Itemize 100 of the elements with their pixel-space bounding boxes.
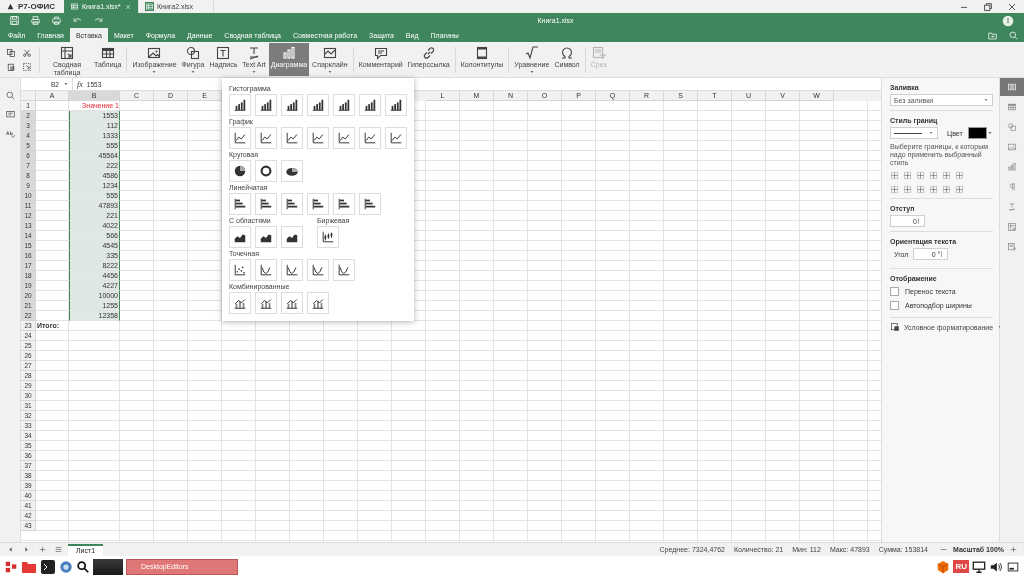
terminal-icon[interactable]: [40, 558, 56, 575]
plus-icon[interactable]: [38, 545, 47, 554]
printer-icon[interactable]: [51, 15, 62, 26]
pivot-table-icon: [59, 45, 75, 61]
side-tab[interactable]: [1000, 78, 1024, 96]
chart-type-button[interactable]: [255, 226, 277, 248]
border-style-icon[interactable]: [929, 185, 938, 194]
menu-icon[interactable]: [54, 545, 63, 554]
app-grid-icon[interactable]: [4, 559, 18, 574]
column-chart-icon: [259, 98, 273, 112]
function-label[interactable]: fx: [73, 79, 87, 89]
spreadsheet-icon: [145, 2, 154, 11]
slicer-icon: [1007, 242, 1017, 252]
border-style-icon[interactable]: [942, 185, 951, 194]
comment-icon[interactable]: [4, 109, 16, 120]
chart-type-button[interactable]: [359, 94, 381, 116]
chart-type-button[interactable]: [317, 226, 339, 248]
window-icon[interactable]: [1006, 559, 1020, 574]
combo-chart-icon: [259, 296, 273, 310]
plus-icon[interactable]: [1009, 545, 1018, 554]
chart-type-button[interactable]: [359, 193, 381, 215]
border-style-icon[interactable]: [916, 185, 925, 194]
chart-type-button[interactable]: [281, 94, 303, 116]
chart-type-button[interactable]: [229, 160, 251, 182]
chart-type-button[interactable]: [255, 292, 277, 314]
chart-type-button[interactable]: [281, 193, 303, 215]
caret-icon: [326, 69, 333, 75]
bar-chart-icon: [311, 197, 325, 211]
chart-type-button[interactable]: [307, 292, 329, 314]
chart-type-button[interactable]: [385, 94, 407, 116]
avatar-icon[interactable]: [1002, 14, 1014, 27]
paste-icon[interactable]: [6, 61, 16, 72]
shape-icon: [1007, 122, 1017, 132]
border-style-icon[interactable]: [942, 171, 951, 180]
line-chart-icon: [311, 131, 325, 145]
column-chart-icon: [311, 98, 325, 112]
arrow-right-icon[interactable]: [22, 545, 31, 554]
combo-chart-icon: [285, 296, 299, 310]
column-chart-icon: [337, 98, 351, 112]
copy-icon[interactable]: [6, 47, 16, 58]
folder-icon[interactable]: [987, 29, 998, 41]
chart-type-button[interactable]: [255, 94, 277, 116]
monitor-icon[interactable]: [972, 559, 986, 574]
chart-type-button[interactable]: [307, 94, 329, 116]
border-style-icon[interactable]: [890, 185, 899, 194]
pivot-table-icon: [1007, 222, 1017, 232]
arrow-left-icon[interactable]: [6, 545, 15, 554]
scissors-icon[interactable]: [22, 47, 32, 58]
line-chart-icon: [389, 131, 403, 145]
chart-type-button[interactable]: [229, 226, 251, 248]
chart-type-button[interactable]: [255, 160, 277, 182]
combo-chart-icon: [311, 296, 325, 310]
image-icon: [1007, 142, 1017, 152]
bar-chart-icon: [285, 197, 299, 211]
cell-settings-icon: [1007, 82, 1017, 92]
cube-icon[interactable]: [936, 559, 951, 574]
chart-type-button[interactable]: [229, 94, 251, 116]
save-icon[interactable]: [9, 15, 20, 26]
border-style-icon[interactable]: [955, 171, 964, 180]
table-icon: [99, 45, 116, 61]
line-style-select[interactable]: [890, 127, 938, 139]
print-icon[interactable]: [30, 15, 41, 26]
chart-type-button[interactable]: [307, 193, 329, 215]
scatter-chart-icon: [233, 263, 247, 277]
border-style-icon[interactable]: [929, 171, 938, 180]
select-all-icon[interactable]: [22, 61, 32, 72]
window-thumbnail[interactable]: [93, 558, 123, 575]
chart-type-button[interactable]: [281, 292, 303, 314]
square-root-icon: [523, 45, 540, 61]
caret-icon: [928, 130, 934, 136]
bar-chart-icon: [363, 197, 377, 211]
line-chart-icon: [259, 131, 273, 145]
border-style-icon[interactable]: [903, 185, 912, 194]
logo-icon: [6, 2, 15, 11]
spreadsheet-icon: [70, 2, 79, 11]
border-style-icon[interactable]: [916, 171, 925, 180]
border-style-icon[interactable]: [903, 171, 912, 180]
chart-type-button[interactable]: [333, 193, 355, 215]
chart-type-button[interactable]: [281, 160, 303, 182]
text-box-icon: [215, 45, 232, 61]
caret-icon: [189, 69, 196, 75]
border-style-icon[interactable]: [955, 185, 964, 194]
chart-type-button[interactable]: [229, 292, 251, 314]
globe-icon[interactable]: [59, 559, 73, 574]
chart-type-button[interactable]: [229, 193, 251, 215]
combo-chart-icon: [233, 296, 247, 310]
scatter-chart-icon: [337, 263, 351, 277]
line-chart-icon: [233, 131, 247, 145]
conditional-format-icon: [890, 322, 900, 332]
caret-icon: [983, 97, 989, 103]
chart-type-button[interactable]: [281, 226, 303, 248]
border-style-icon[interactable]: [890, 171, 899, 180]
restore-icon[interactable]: [982, 0, 994, 13]
chart-type-button[interactable]: [333, 94, 355, 116]
keyboard-layout[interactable]: RU: [953, 560, 969, 573]
search-icon[interactable]: [76, 559, 90, 574]
scatter-chart-icon: [311, 263, 325, 277]
color-picker[interactable]: [967, 127, 993, 139]
chart-type-button[interactable]: [255, 193, 277, 215]
spellcheck-icon[interactable]: [4, 128, 16, 139]
